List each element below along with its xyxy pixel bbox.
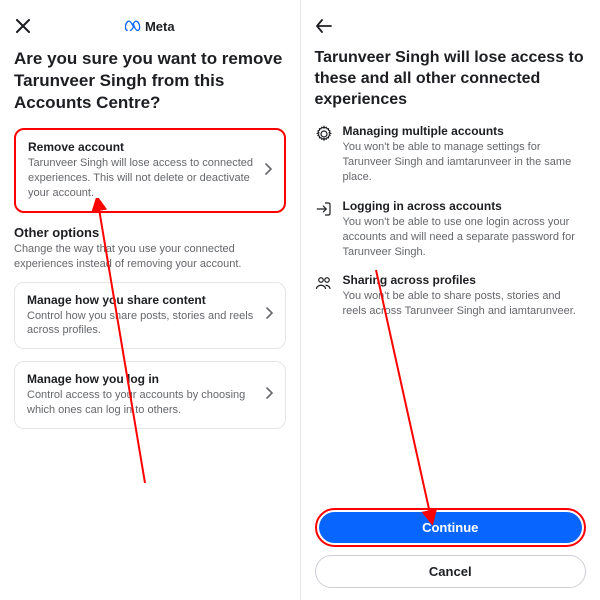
chevron-right-icon xyxy=(265,386,273,404)
remove-account-card[interactable]: Remove account Tarunveer Singh will lose… xyxy=(14,128,286,213)
manage-login-card[interactable]: Manage how you log in Control access to … xyxy=(14,361,286,429)
header: Meta xyxy=(14,12,286,40)
info-desc: You won't be able to manage settings for… xyxy=(343,140,587,185)
share-title: Manage how you share content xyxy=(27,293,257,307)
other-options-sub: Change the way that you use your connect… xyxy=(14,242,286,272)
other-options-label: Other options xyxy=(14,225,286,240)
chevron-right-icon xyxy=(265,306,273,324)
info-desc: You won't be able to share posts, storie… xyxy=(343,289,587,319)
chevron-right-icon xyxy=(264,162,272,180)
lose-access-pane: Tarunveer Singh will lose access to thes… xyxy=(301,0,600,600)
page-title: Are you sure you want to remove Tarunvee… xyxy=(14,48,286,114)
brand-text: Meta xyxy=(145,19,175,34)
login-title: Manage how you log in xyxy=(27,372,257,386)
meta-brand: Meta xyxy=(32,19,268,34)
header xyxy=(315,12,587,40)
remove-title: Remove account xyxy=(28,140,256,154)
login-icon xyxy=(315,200,333,218)
remove-desc: Tarunveer Singh will lose access to conn… xyxy=(28,156,256,201)
info-title: Logging in across accounts xyxy=(343,199,587,213)
continue-button[interactable]: Continue xyxy=(319,512,583,543)
page-title: Tarunveer Singh will lose access to thes… xyxy=(315,48,587,110)
info-desc: You won't be able to use one login acros… xyxy=(343,215,587,260)
info-item-sharing: Sharing across profiles You won't be abl… xyxy=(315,273,587,319)
manage-share-card[interactable]: Manage how you share content Control how… xyxy=(14,282,286,350)
close-icon[interactable] xyxy=(14,17,32,35)
back-icon[interactable] xyxy=(315,17,333,35)
login-desc: Control access to your accounts by choos… xyxy=(27,388,257,418)
info-item-accounts: Managing multiple accounts You won't be … xyxy=(315,124,587,185)
info-title: Managing multiple accounts xyxy=(343,124,587,138)
gear-icon xyxy=(315,125,333,143)
info-title: Sharing across profiles xyxy=(343,273,587,287)
remove-confirm-pane: Meta Are you sure you want to remove Tar… xyxy=(0,0,301,600)
cancel-button[interactable]: Cancel xyxy=(315,555,587,588)
share-desc: Control how you share posts, stories and… xyxy=(27,309,257,339)
people-icon xyxy=(315,274,333,292)
info-item-login: Logging in across accounts You won't be … xyxy=(315,199,587,260)
